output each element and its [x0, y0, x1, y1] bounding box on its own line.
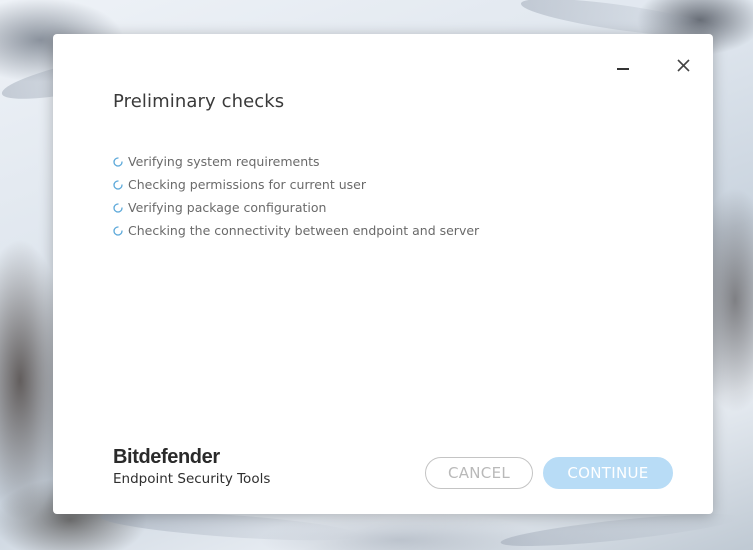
- check-item: Verifying package configuration: [113, 196, 479, 219]
- check-item-label: Checking permissions for current user: [128, 177, 366, 192]
- brand-block: Bitdefender Endpoint Security Tools: [113, 445, 270, 487]
- loading-spinner-icon: [113, 202, 123, 213]
- minimize-icon: [617, 68, 629, 70]
- close-button[interactable]: [671, 54, 695, 76]
- check-item-label: Verifying system requirements: [128, 154, 320, 169]
- close-icon: [676, 58, 690, 72]
- minimize-button[interactable]: [611, 54, 635, 76]
- check-item-label: Checking the connectivity between endpoi…: [128, 223, 480, 238]
- installer-dialog: Preliminary checks Verifying system requ…: [53, 34, 713, 514]
- product-name: Endpoint Security Tools: [113, 471, 271, 487]
- cancel-button[interactable]: CANCEL: [425, 457, 533, 489]
- continue-button[interactable]: CONTINUE: [543, 457, 673, 489]
- brand-logo: Bitdefender: [113, 446, 220, 468]
- loading-spinner-icon: [113, 179, 123, 190]
- dialog-title: Preliminary checks: [113, 91, 285, 112]
- loading-spinner-icon: [113, 225, 123, 236]
- loading-spinner-icon: [113, 156, 123, 167]
- check-item: Checking permissions for current user: [113, 173, 479, 196]
- check-item-label: Verifying package configuration: [128, 200, 327, 215]
- check-item: Checking the connectivity between endpoi…: [113, 219, 479, 242]
- checks-list: Verifying system requirements Checking p…: [113, 150, 479, 242]
- check-item: Verifying system requirements: [113, 150, 479, 173]
